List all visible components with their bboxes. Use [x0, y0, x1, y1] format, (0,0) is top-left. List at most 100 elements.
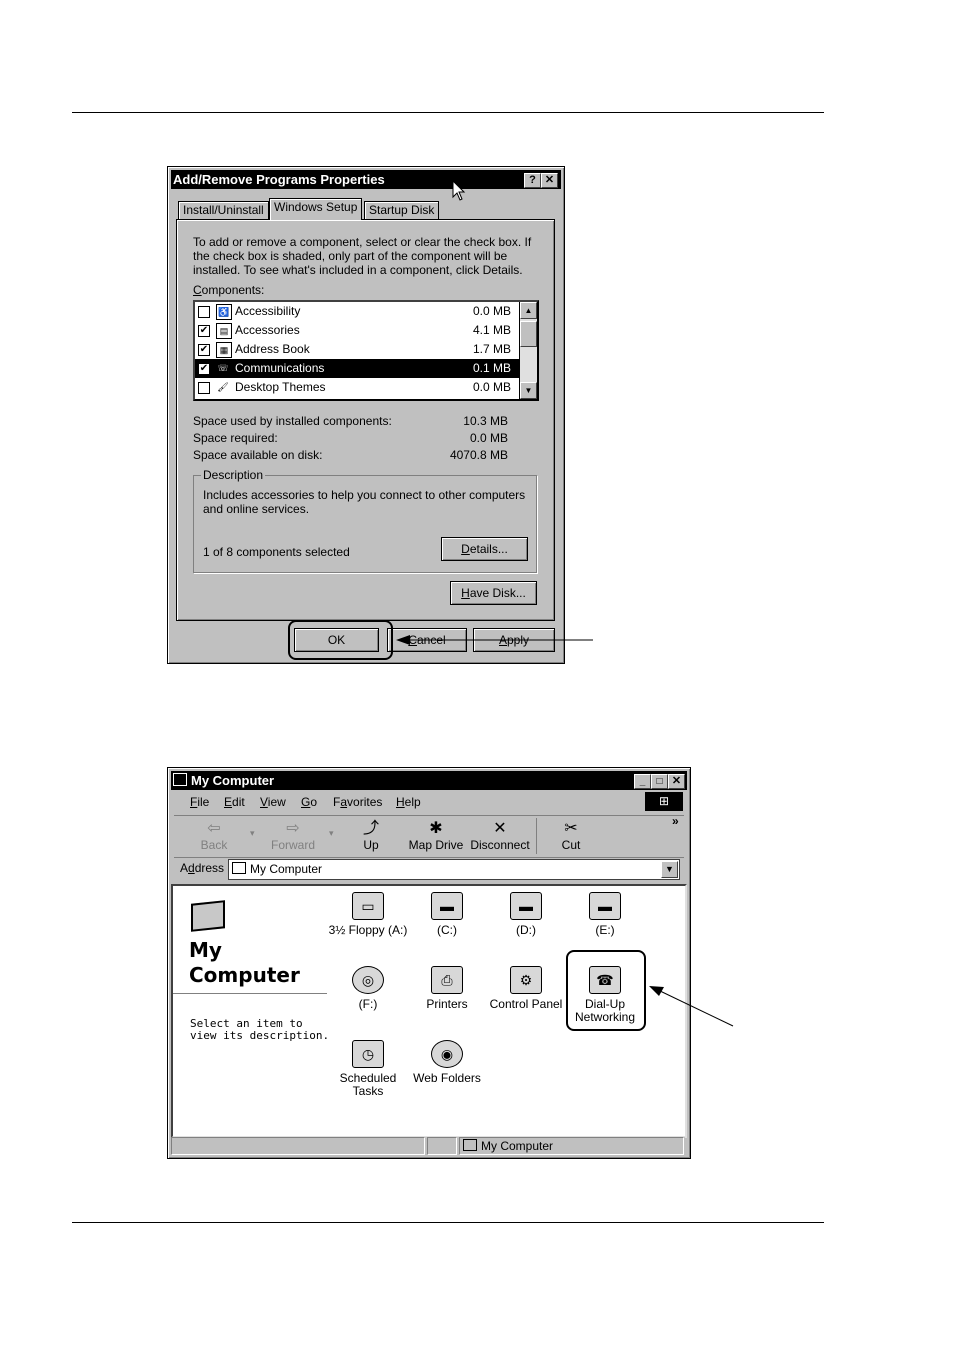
disconnect-label: Disconnect — [470, 838, 530, 852]
help-button[interactable]: ? — [524, 173, 541, 188]
dialog-title: Add/Remove Programs Properties — [173, 172, 385, 187]
dialog-titlebar[interactable]: Add/Remove Programs Properties ? ✕ — [171, 170, 561, 189]
selected-count: 1 of 8 components selected — [203, 545, 350, 559]
computer-icon — [232, 862, 246, 874]
component-checkbox[interactable]: ✔ — [198, 325, 210, 337]
address-label: Address — [180, 861, 225, 875]
status-panel-right: My Computer — [459, 1137, 684, 1155]
component-name: Accessories — [235, 323, 300, 337]
description-label: Description — [201, 468, 266, 482]
component-size: 0.0 MB — [472, 304, 511, 318]
details-button[interactable]: Details... — [441, 537, 528, 561]
drive-e-item[interactable]: ▬ (E:) — [565, 892, 645, 937]
accessories-icon: ▤ — [216, 323, 232, 339]
back-button[interactable]: ⇦ Back — [179, 820, 249, 852]
instruction-line-3: installed. To see what's included in a c… — [193, 263, 523, 277]
map-drive-icon: ✱ — [429, 820, 443, 837]
mouse-cursor-icon — [452, 180, 466, 201]
back-arrow-icon: ⇦ — [207, 820, 221, 837]
component-size: 0.0 MB — [472, 380, 511, 394]
my-computer-large-icon — [191, 900, 225, 932]
side-title-rule — [173, 993, 327, 994]
printers-label: Printers — [426, 997, 468, 1011]
drive-f-item[interactable]: ◎ (F:) — [328, 966, 408, 1011]
map-drive-button[interactable]: ✱ Map Drive — [401, 820, 471, 852]
scissors-icon: ✂ — [564, 820, 578, 837]
menu-help[interactable]: Help — [396, 794, 421, 810]
drive-e-label: (E:) — [595, 923, 615, 937]
up-button[interactable]: ⤴ Up — [336, 820, 406, 852]
map-drive-label: Map Drive — [408, 838, 464, 852]
component-row-communications[interactable]: ✔ ☏ Communications 0.1 MB — [195, 359, 519, 378]
floppy-a-label: 3½ Floppy (A:) — [328, 923, 408, 937]
space-available-value: 4070.8 MB — [449, 448, 508, 462]
menu-file[interactable]: File — [190, 794, 209, 810]
hard-drive-icon: ▬ — [589, 892, 621, 920]
component-row-desktop-themes[interactable]: 🖌 Desktop Themes 0.0 MB — [195, 378, 519, 397]
menu-go[interactable]: Go — [301, 794, 317, 810]
component-checkbox[interactable] — [198, 306, 210, 318]
back-label: Back — [200, 838, 228, 852]
component-row-accessibility[interactable]: ♿ Accessibility 0.0 MB — [195, 302, 519, 321]
description-group: Description Includes accessories to help… — [193, 468, 537, 573]
component-name: Communications — [235, 361, 325, 375]
side-description-line-2: view its description. — [190, 1029, 330, 1042]
component-name: Accessibility — [235, 304, 301, 318]
component-checkbox[interactable] — [198, 382, 210, 394]
space-required-value: 0.0 MB — [469, 431, 508, 445]
address-input[interactable]: My Computer ▼ — [228, 859, 680, 880]
explorer-title: My Computer — [191, 773, 275, 788]
components-scrollbar[interactable]: ▲ ▼ — [519, 302, 537, 399]
scroll-down-arrow-icon[interactable]: ▼ — [520, 382, 537, 399]
forward-dropdown-icon[interactable]: ▾ — [329, 828, 334, 839]
cut-button[interactable]: ✂ Cut — [536, 820, 606, 852]
component-checkbox[interactable]: ✔ — [198, 344, 210, 356]
scheduled-label-line-1: Scheduled — [339, 1071, 397, 1085]
address-value: My Computer — [250, 862, 323, 876]
component-row-address-book[interactable]: ✔ ▦ Address Book 1.7 MB — [195, 340, 519, 359]
menu-edit[interactable]: Edit — [224, 794, 245, 810]
up-label: Up — [363, 838, 379, 852]
control-panel-item[interactable]: ⚙ Control Panel — [486, 966, 566, 1011]
address-book-icon: ▦ — [216, 342, 232, 358]
close-button[interactable]: ✕ — [541, 173, 558, 188]
explorer-titlebar[interactable]: My Computer _ □ ✕ — [171, 771, 687, 790]
tab-startup-disk[interactable]: Startup Disk — [364, 201, 440, 219]
tab-install-uninstall[interactable]: Install/Uninstall — [178, 201, 269, 219]
maximize-button[interactable]: □ — [651, 774, 668, 789]
floppy-a-item[interactable]: ▭ 3½ Floppy (A:) — [328, 892, 408, 937]
ok-callout-arrow-icon — [396, 635, 593, 645]
close-window-button[interactable]: ✕ — [668, 774, 685, 789]
windows-setup-panel: To add or remove a component, select or … — [176, 219, 555, 621]
drive-d-item[interactable]: ▬ (D:) — [486, 892, 566, 937]
back-dropdown-icon[interactable]: ▾ — [250, 828, 255, 839]
printers-folder-icon: ⎙ — [431, 966, 463, 994]
scheduled-tasks-item[interactable]: ◷ Scheduled Tasks — [328, 1040, 408, 1098]
bottom-rule — [72, 1222, 824, 1223]
printers-item[interactable]: ⎙ Printers — [407, 966, 487, 1011]
menu-favorites[interactable]: Favorites — [333, 794, 382, 810]
tab-windows-setup[interactable]: Windows Setup — [269, 198, 363, 220]
components-list[interactable]: ♿ Accessibility 0.0 MB ✔ ▤ Accessories 4… — [193, 300, 539, 401]
toolbar-chevron-icon[interactable]: » — [672, 814, 679, 828]
disconnect-button[interactable]: ✕ Disconnect — [465, 820, 535, 852]
scroll-up-arrow-icon[interactable]: ▲ — [520, 302, 537, 319]
have-disk-button[interactable]: Have Disk... — [450, 581, 537, 605]
floppy-drive-icon: ▭ — [352, 892, 384, 920]
component-size: 1.7 MB — [472, 342, 511, 356]
component-row-accessories[interactable]: ✔ ▤ Accessories 4.1 MB — [195, 321, 519, 340]
accessibility-icon: ♿ — [216, 304, 232, 320]
menu-view[interactable]: View — [260, 794, 286, 810]
address-dropdown-icon[interactable]: ▼ — [661, 861, 678, 878]
drive-c-item[interactable]: ▬ (C:) — [407, 892, 487, 937]
web-folders-item[interactable]: ◉ Web Folders — [407, 1040, 487, 1085]
forward-button[interactable]: ⇨ Forward — [258, 820, 328, 852]
minimize-button[interactable]: _ — [634, 774, 651, 789]
disconnect-icon: ✕ — [493, 820, 507, 837]
instruction-line-1: To add or remove a component, select or … — [193, 235, 532, 249]
up-folder-icon: ⤴ — [362, 820, 379, 837]
component-checkbox[interactable]: ✔ — [198, 363, 210, 375]
communications-icon: ☏ — [217, 363, 229, 373]
component-name: Desktop Themes — [235, 380, 326, 394]
scroll-thumb[interactable] — [520, 321, 537, 347]
